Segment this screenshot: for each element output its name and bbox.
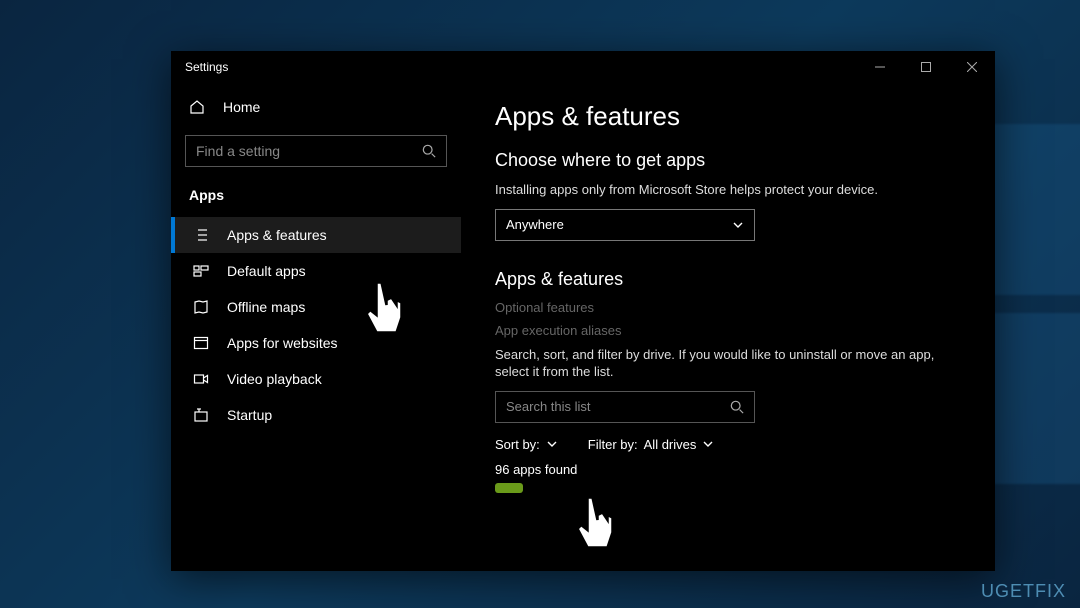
sidebar-category: Apps	[171, 177, 461, 217]
sidebar-item-default-apps[interactable]: Default apps	[171, 253, 461, 289]
where-dropdown-value: Anywhere	[506, 217, 564, 232]
filter-row: Sort by: Filter by: All drives	[495, 437, 961, 452]
startup-icon	[193, 407, 209, 423]
list-description: Search, sort, and filter by drive. If yo…	[495, 346, 935, 381]
close-button[interactable]	[949, 51, 995, 83]
watermark: UGETFIX	[981, 581, 1066, 602]
sidebar-item-label: Default apps	[227, 263, 306, 279]
titlebar: Settings	[171, 51, 995, 83]
video-icon	[193, 371, 209, 387]
list-search[interactable]	[495, 391, 755, 423]
optional-features-link[interactable]: Optional features	[495, 300, 961, 315]
sidebar-item-video-playback[interactable]: Video playback	[171, 361, 461, 397]
search-icon	[422, 144, 436, 158]
window-title: Settings	[185, 60, 857, 74]
filter-by-control[interactable]: Filter by: All drives	[588, 437, 715, 452]
where-description: Installing apps only from Microsoft Stor…	[495, 181, 935, 199]
maximize-button[interactable]	[903, 51, 949, 83]
websites-icon	[193, 335, 209, 351]
sidebar-item-label: Video playback	[227, 371, 322, 387]
list-heading: Apps & features	[495, 269, 961, 290]
sort-by-label: Sort by:	[495, 437, 540, 452]
filter-by-value: All drives	[644, 437, 697, 452]
app-count: 96 apps found	[495, 462, 961, 477]
chevron-down-icon	[732, 219, 744, 231]
sidebar-item-apps-features[interactable]: Apps & features	[171, 217, 461, 253]
search-icon	[730, 400, 744, 414]
settings-window: Settings Home Apps	[171, 51, 995, 571]
app-execution-aliases-link[interactable]: App execution aliases	[495, 323, 961, 338]
where-dropdown[interactable]: Anywhere	[495, 209, 755, 241]
sidebar-item-apps-for-websites[interactable]: Apps for websites	[171, 325, 461, 361]
chevron-down-icon	[546, 438, 558, 450]
sidebar-item-offline-maps[interactable]: Offline maps	[171, 289, 461, 325]
chevron-down-icon	[702, 438, 714, 450]
find-setting-input[interactable]	[196, 143, 422, 159]
sidebar-item-label: Apps & features	[227, 227, 327, 243]
app-list-item-stub	[495, 483, 523, 493]
sidebar-item-label: Offline maps	[227, 299, 305, 315]
sidebar-item-label: Startup	[227, 407, 272, 423]
find-setting-search[interactable]	[185, 135, 447, 167]
sidebar-item-startup[interactable]: Startup	[171, 397, 461, 433]
where-heading: Choose where to get apps	[495, 150, 961, 171]
sort-by-control[interactable]: Sort by:	[495, 437, 558, 452]
main-content: Apps & features Choose where to get apps…	[461, 83, 995, 571]
sidebar-item-label: Apps for websites	[227, 335, 338, 351]
map-icon	[193, 299, 209, 315]
home-icon	[189, 99, 205, 115]
page-title: Apps & features	[495, 101, 961, 132]
filter-by-label: Filter by:	[588, 437, 638, 452]
sidebar: Home Apps Apps & features Default apps O…	[171, 83, 461, 571]
home-nav[interactable]: Home	[171, 91, 461, 123]
list-search-input[interactable]	[506, 399, 730, 414]
defaults-icon	[193, 263, 209, 279]
home-label: Home	[223, 99, 260, 115]
minimize-button[interactable]	[857, 51, 903, 83]
window-controls	[857, 51, 995, 83]
list-icon	[193, 227, 209, 243]
